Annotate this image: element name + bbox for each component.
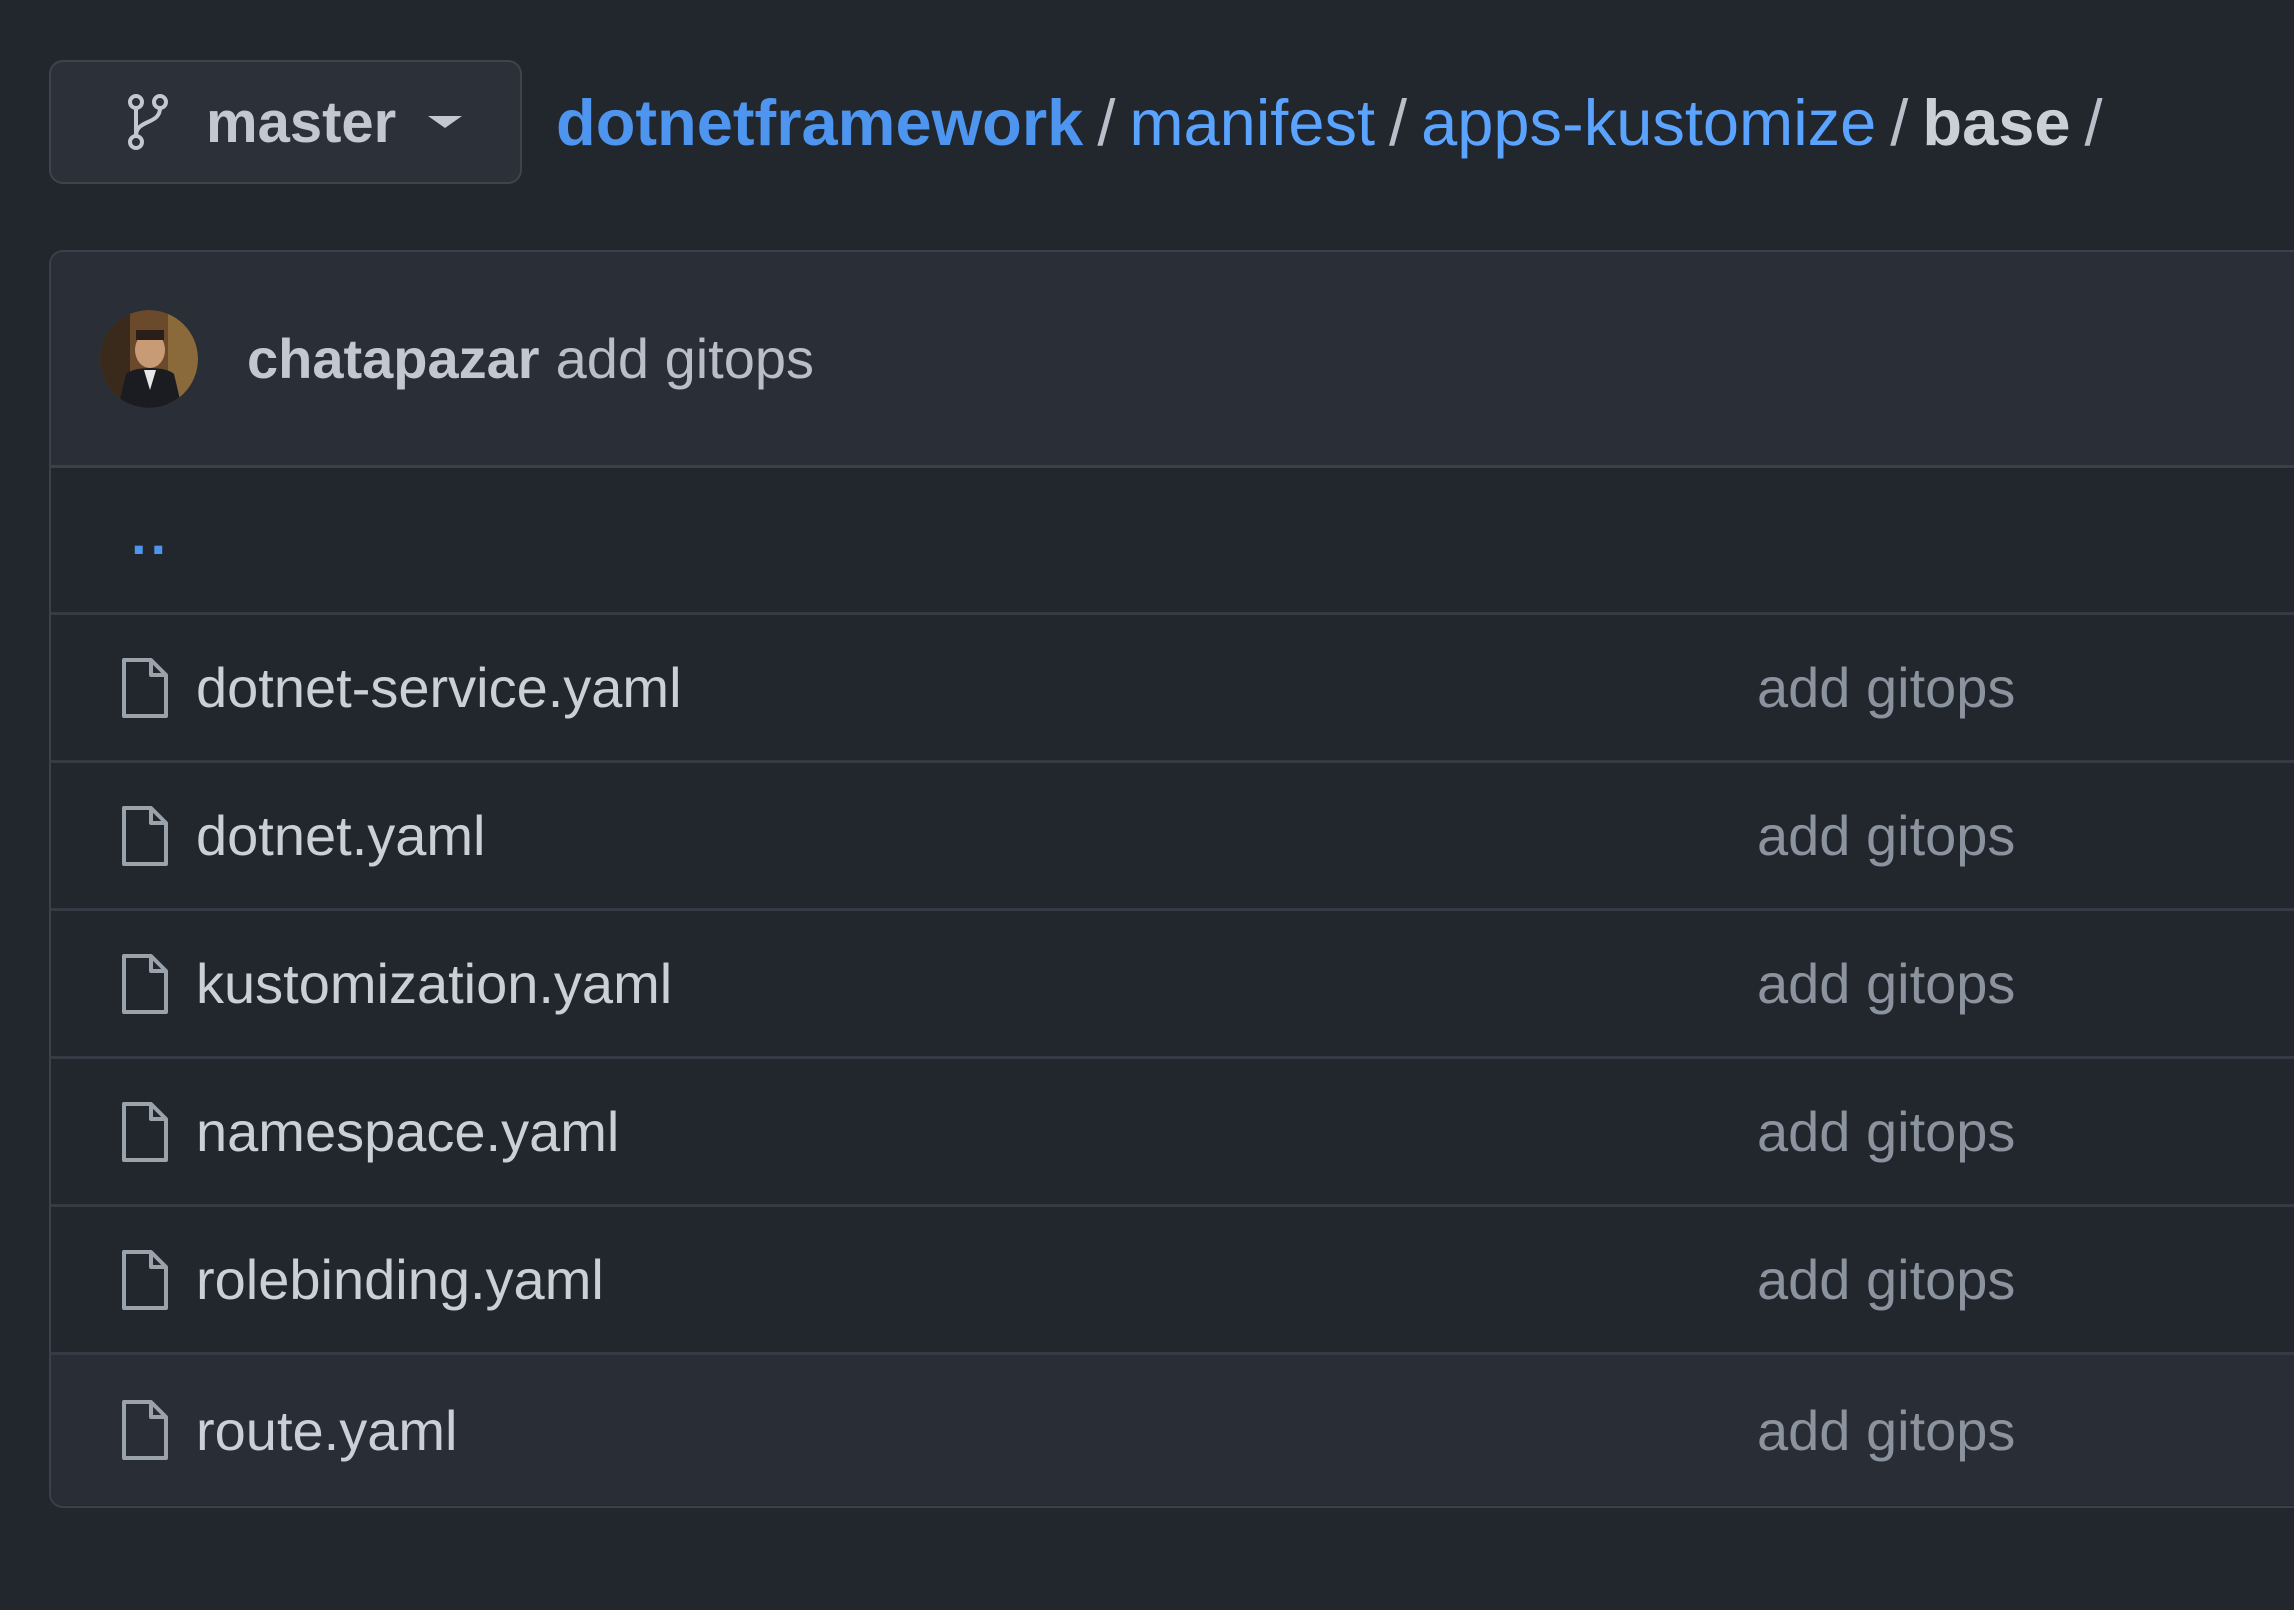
breadcrumb-separator: / [1389, 85, 1408, 159]
caret-down-icon [428, 116, 463, 128]
file-browser-panel: chatapazar add gitops .. dotnet-service.… [49, 250, 2294, 1508]
file-commit-message-link[interactable]: add gitops [1757, 1247, 2015, 1312]
file-row[interactable]: namespace.yaml add gitops [51, 1059, 2294, 1207]
file-icon [121, 1101, 169, 1163]
file-row[interactable]: dotnet-service.yaml add gitops [51, 615, 2294, 763]
file-icon [121, 1399, 169, 1461]
parent-directory-link[interactable]: .. [131, 502, 170, 567]
git-branch-icon [120, 92, 176, 152]
avatar[interactable] [100, 309, 198, 408]
file-commit-message-link[interactable]: add gitops [1757, 803, 2015, 868]
file-icon [121, 953, 169, 1015]
branch-selector-button[interactable]: master [49, 60, 522, 184]
breadcrumb-link-apps-kustomize[interactable]: apps-kustomize [1421, 85, 1876, 160]
breadcrumb: dotnetframework / manifest / apps-kustom… [556, 85, 2117, 160]
file-commit-message-link[interactable]: add gitops [1757, 655, 2015, 720]
file-name-link[interactable]: route.yaml [196, 1398, 457, 1463]
breadcrumb-separator: / [1097, 85, 1116, 159]
breadcrumb-separator: / [2084, 85, 2103, 159]
repo-toolbar: master dotnetframework / manifest / apps… [49, 58, 2117, 186]
commit-author-link[interactable]: chatapazar [247, 326, 540, 391]
file-icon [121, 657, 169, 719]
branch-name: master [206, 89, 397, 155]
file-commit-message-link[interactable]: add gitops [1757, 1099, 2015, 1164]
file-icon [121, 1249, 169, 1311]
file-row[interactable]: route.yaml add gitops [51, 1355, 2294, 1505]
file-name-link[interactable]: dotnet-service.yaml [196, 655, 682, 720]
breadcrumb-separator: / [1890, 85, 1909, 159]
file-commit-message-link[interactable]: add gitops [1757, 951, 2015, 1016]
file-row[interactable]: rolebinding.yaml add gitops [51, 1207, 2294, 1355]
breadcrumb-link-manifest[interactable]: manifest [1129, 85, 1375, 160]
file-name-link[interactable]: namespace.yaml [196, 1099, 619, 1164]
file-row[interactable]: dotnet.yaml add gitops [51, 763, 2294, 911]
file-name-link[interactable]: kustomization.yaml [196, 951, 672, 1016]
file-icon [121, 805, 169, 867]
file-name-link[interactable]: dotnet.yaml [196, 803, 486, 868]
file-row[interactable]: kustomization.yaml add gitops [51, 911, 2294, 1059]
latest-commit-text: chatapazar add gitops [247, 326, 814, 391]
file-name-link[interactable]: rolebinding.yaml [196, 1247, 604, 1312]
breadcrumb-repo-link[interactable]: dotnetframework [556, 85, 1083, 160]
latest-commit-bar: chatapazar add gitops [51, 252, 2294, 468]
commit-message-link[interactable]: add gitops [556, 326, 814, 391]
parent-directory-row[interactable]: .. [51, 468, 2294, 615]
breadcrumb-current: base [1922, 85, 2071, 159]
file-commit-message-link[interactable]: add gitops [1757, 1398, 2015, 1463]
